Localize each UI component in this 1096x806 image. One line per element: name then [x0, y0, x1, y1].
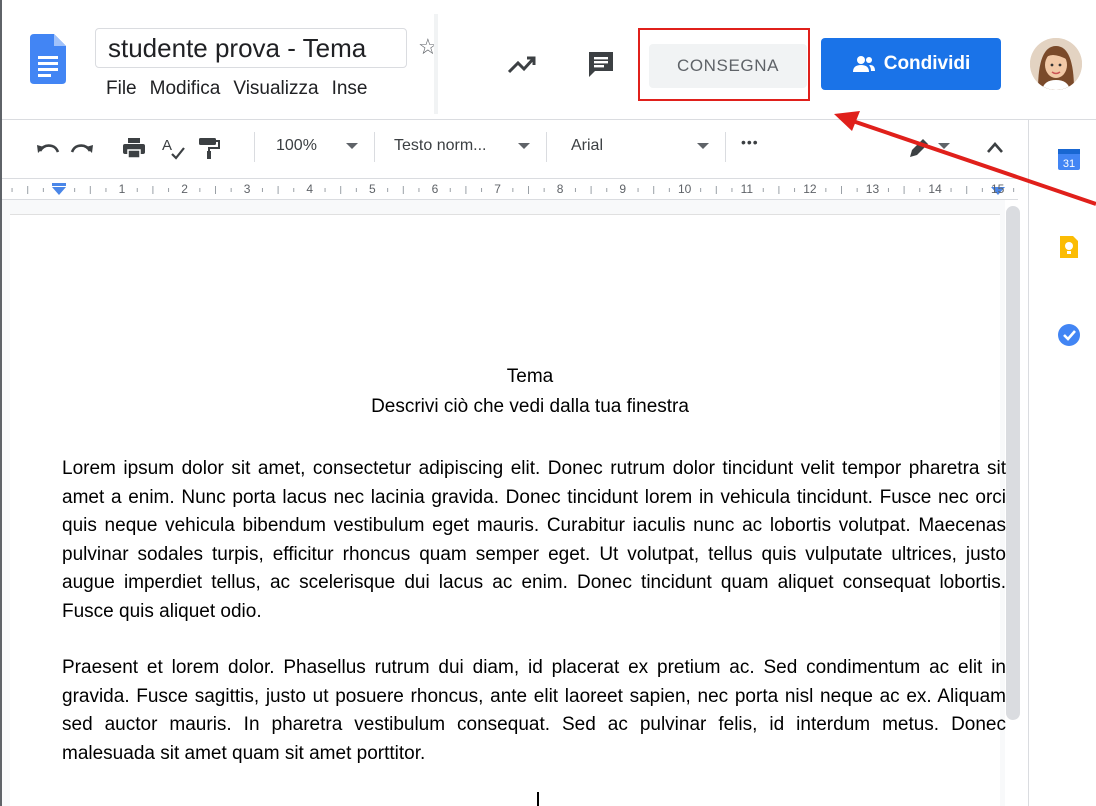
toolbar-separator	[546, 132, 547, 162]
menu-inserisci[interactable]: Inse	[332, 78, 368, 100]
paragraph-style-select[interactable]: Testo norm...	[394, 137, 486, 155]
first-line-indent-marker	[52, 183, 66, 186]
ruler-number: 7	[494, 182, 501, 196]
left-indent-marker	[52, 187, 66, 195]
svg-text:A: A	[162, 137, 172, 154]
document-heading: Tema	[506, 366, 554, 387]
text-cursor	[537, 792, 539, 806]
document-subheading: Descrivi ciò che vedi dalla tua finestra	[371, 396, 689, 417]
document-title-input[interactable]: studente prova - Tema	[95, 28, 407, 68]
ruler-number: 1	[118, 182, 126, 196]
menu-modifica[interactable]: Modifica	[150, 78, 221, 100]
annotation-highlight-box	[638, 28, 810, 101]
chevron-down-icon[interactable]	[697, 143, 709, 149]
font-select[interactable]: Arial	[571, 137, 603, 155]
ruler-number: 4	[306, 182, 314, 196]
ruler-number: 9	[619, 182, 627, 196]
ruler-number: 3	[243, 182, 251, 196]
undo-icon[interactable]	[34, 135, 60, 161]
zoom-select[interactable]: 100%	[276, 137, 317, 155]
header-divider	[434, 14, 438, 114]
vertical-scrollbar[interactable]	[1006, 206, 1020, 720]
chevron-down-icon[interactable]	[346, 143, 358, 149]
docs-icon[interactable]	[30, 34, 66, 84]
ruler-number: 2	[181, 182, 188, 196]
menu-bar: File Modifica Visualizza Inse	[106, 78, 436, 100]
share-button[interactable]: Condividi	[821, 38, 1001, 90]
menu-visualizza[interactable]: Visualizza	[233, 78, 318, 100]
toolbar-separator	[254, 132, 255, 162]
redo-icon[interactable]	[70, 135, 96, 161]
ruler-number: 6	[431, 182, 439, 196]
avatar-image	[1030, 38, 1082, 90]
trending-icon[interactable]	[506, 50, 538, 78]
paragraph: Lorem ipsum dolor sit amet, consectetur …	[62, 458, 1006, 622]
paint-format-icon[interactable]	[196, 135, 222, 161]
spellcheck-icon[interactable]: A	[160, 135, 186, 161]
side-panel	[1028, 120, 1096, 806]
ruler-number: 11	[740, 182, 754, 196]
toolbar-separator	[374, 132, 375, 162]
keep-icon[interactable]	[1056, 234, 1082, 260]
people-icon	[852, 56, 875, 72]
ruler-number: 10	[678, 182, 692, 196]
tasks-icon[interactable]	[1056, 322, 1082, 348]
print-icon[interactable]	[121, 135, 147, 161]
ruler-number: 12	[803, 182, 817, 196]
ruler-number: 5	[369, 182, 376, 196]
paragraph: Praesent et lorem dolor. Phasellus rutru…	[62, 657, 1006, 764]
more-options-button[interactable]: •••	[741, 134, 759, 150]
toolbar-separator	[725, 132, 726, 162]
chevron-down-icon[interactable]	[518, 143, 530, 149]
ruler-number: 8	[556, 182, 564, 196]
comment-icon[interactable]	[586, 49, 616, 79]
avatar[interactable]	[1030, 38, 1082, 90]
menu-file[interactable]: File	[106, 78, 137, 100]
annotation-arrow	[834, 111, 1096, 206]
share-button-label: Condividi	[883, 53, 971, 74]
